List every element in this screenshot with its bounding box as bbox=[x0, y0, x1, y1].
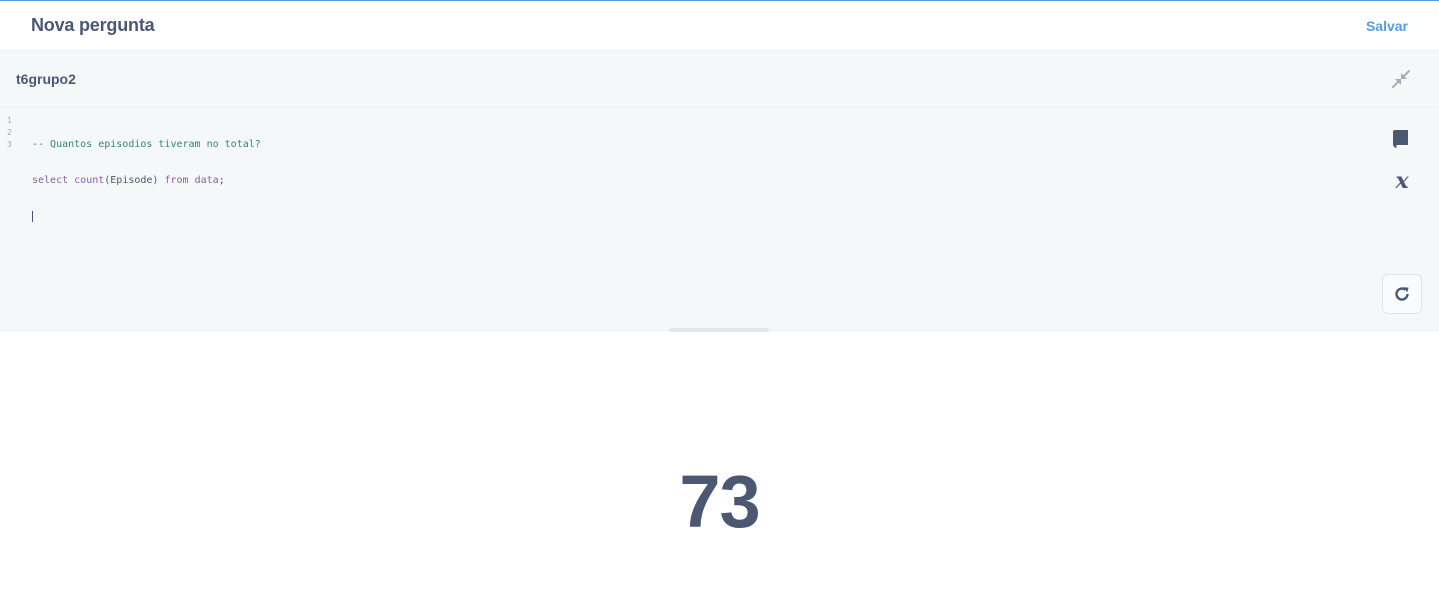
line-number: 1 bbox=[7, 116, 12, 125]
run-query-button[interactable] bbox=[1382, 274, 1422, 314]
collapse-icon[interactable] bbox=[1390, 68, 1412, 90]
sql-comment: -- Quantos episodios tiveram no total? bbox=[32, 139, 261, 150]
text-cursor bbox=[32, 211, 33, 222]
query-header: Nova pergunta Salvar bbox=[0, 1, 1439, 51]
result-panel: 73 bbox=[0, 332, 1439, 605]
line-number-gutter: 1 2 3 bbox=[0, 115, 20, 151]
save-button[interactable]: Salvar bbox=[1366, 18, 1408, 34]
variable-x-icon[interactable]: 𝒙 bbox=[1390, 169, 1414, 193]
book-icon[interactable] bbox=[1391, 128, 1411, 150]
code-line-1: -- Quantos episodios tiveram no total? bbox=[32, 139, 261, 151]
sql-function: count bbox=[74, 175, 105, 186]
scalar-result-value: 73 bbox=[679, 460, 760, 543]
refresh-icon bbox=[1395, 287, 1409, 301]
code-line-2: select count(Episode) from data; bbox=[32, 175, 261, 187]
sql-args: (Episode) bbox=[104, 175, 165, 186]
page-title: Nova pergunta bbox=[31, 15, 155, 35]
sql-editor[interactable]: 1 2 3 -- Quantos episodios tiveram no to… bbox=[0, 107, 1439, 331]
database-bar: t6grupo2 bbox=[0, 51, 1439, 107]
line-number: 2 bbox=[7, 128, 12, 137]
sql-table: data bbox=[194, 175, 219, 186]
line-number: 3 bbox=[7, 140, 12, 149]
sql-keyword: select bbox=[32, 175, 69, 186]
code-line-3 bbox=[32, 211, 261, 223]
database-selector[interactable]: t6grupo2 bbox=[16, 71, 76, 87]
sql-terminator: ; bbox=[218, 175, 225, 186]
code-area[interactable]: -- Quantos episodios tiveram no total? s… bbox=[32, 115, 261, 247]
sql-keyword: from bbox=[164, 175, 189, 186]
